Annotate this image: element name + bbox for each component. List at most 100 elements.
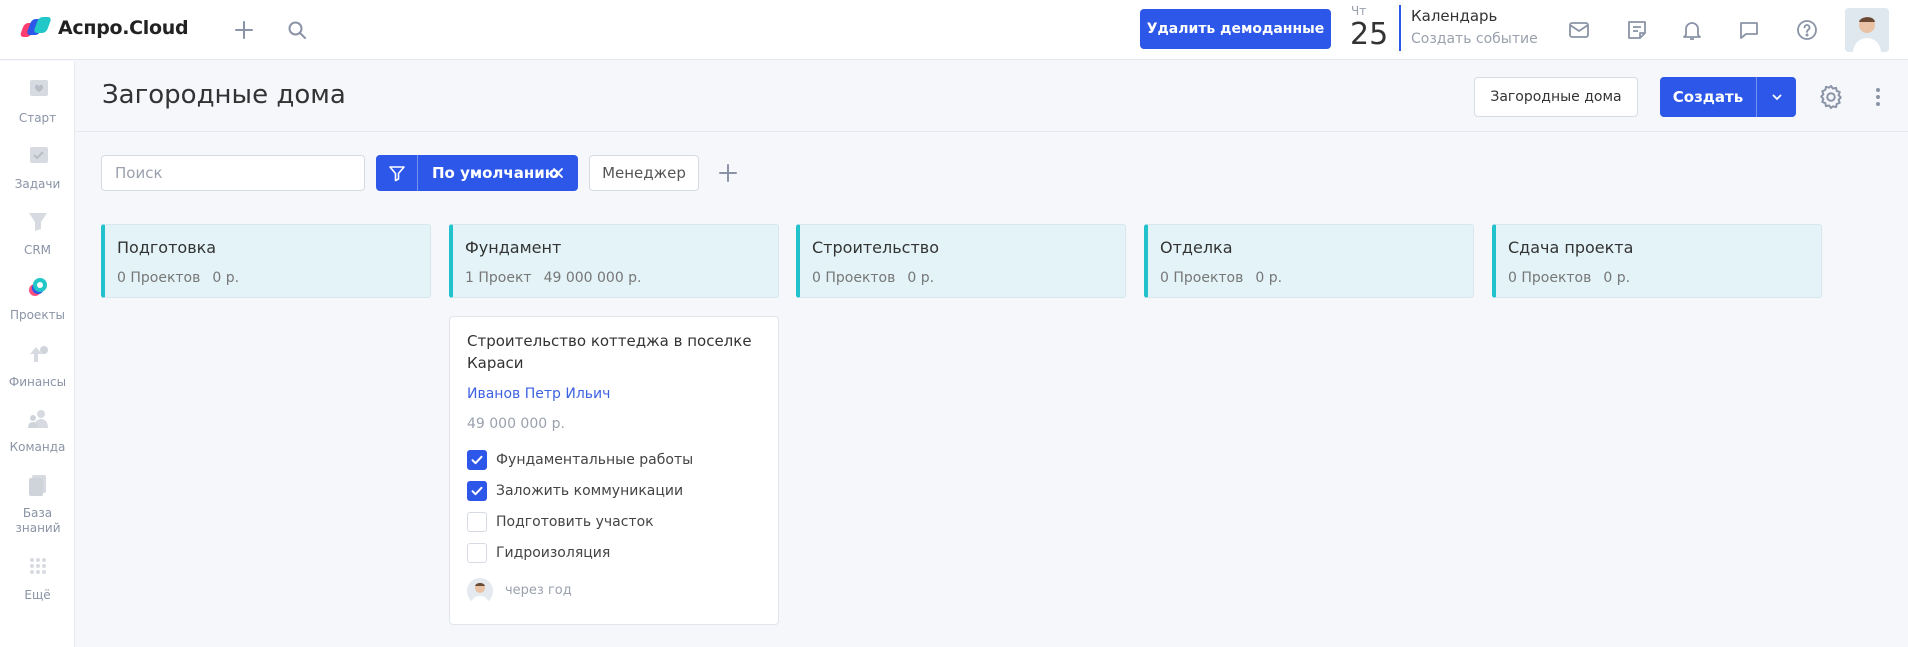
team-icon (27, 410, 48, 428)
date-day: 25 (1350, 17, 1389, 52)
chat-icon[interactable] (1737, 18, 1761, 42)
column-header-handover[interactable]: Сдача проекта 0 Проектов 0 р. (1492, 224, 1822, 298)
column-title: Сдача проекта (1508, 238, 1634, 257)
knowledge-icon (28, 475, 46, 496)
calendar-link[interactable]: Календарь (1411, 7, 1497, 25)
column-count: 0 Проектов (812, 270, 896, 286)
app-name: Аспро.Cloud (58, 17, 189, 39)
responsible-avatar[interactable] (467, 578, 493, 604)
sidebar: Старт Задачи CRM Проекты Финансы Команда… (0, 61, 75, 647)
column-header-foundation[interactable]: Фундамент 1 Проект 49 000 000 р. (449, 224, 779, 298)
sidebar-item-label: Проекты (9, 308, 66, 322)
sidebar-item-label: Старт (18, 111, 57, 125)
sidebar-item-crm[interactable]: CRM (0, 209, 75, 258)
sidebar-item-tasks[interactable]: Задачи (0, 143, 75, 192)
sidebar-item-label: Задачи (14, 177, 61, 191)
header-divider (75, 131, 1908, 132)
checklist-item[interactable]: Заложить коммуникации (467, 481, 683, 501)
column-sum: 0 р. (1255, 270, 1283, 286)
column-count: 0 Проектов (1160, 270, 1244, 286)
column-summary: 0 Проектов 0 р. (1160, 270, 1294, 286)
check-icon (471, 486, 483, 496)
sidebar-item-label: CRM (23, 243, 52, 257)
column-title: Отделка (1160, 238, 1233, 257)
help-icon[interactable] (1795, 18, 1819, 42)
sidebar-item-label: Ещё (24, 588, 51, 602)
sidebar-item-finance[interactable]: Финансы (0, 341, 75, 390)
finance-icon (29, 346, 48, 362)
column-header-finishing[interactable]: Отделка 0 Проектов 0 р. (1144, 224, 1474, 298)
chevron-down-icon (1772, 94, 1781, 101)
column-header-construction[interactable]: Строительство 0 Проектов 0 р. (796, 224, 1126, 298)
create-event-link[interactable]: Создать событие (1411, 31, 1538, 47)
create-dropdown-button[interactable] (1757, 77, 1796, 117)
column-count: 0 Проектов (1508, 270, 1592, 286)
user-avatar[interactable] (1845, 8, 1889, 52)
more-vertical-icon[interactable] (1868, 85, 1888, 109)
avatar-icon (467, 578, 493, 604)
filter-icon (388, 166, 405, 182)
plus-icon[interactable] (232, 18, 256, 42)
column-sum: 49 000 000 р. (543, 270, 642, 286)
add-filter-plus-icon[interactable] (716, 161, 740, 185)
column-title: Подготовка (117, 238, 217, 257)
active-filter-chip[interactable]: По умолчанию (376, 155, 578, 191)
notes-icon[interactable] (1625, 18, 1649, 42)
column-sum: 0 р. (1603, 270, 1631, 286)
create-split-button: Создать (1660, 77, 1796, 117)
top-bar: Аспро.Cloud Удалить демоданные Чт 25 Кал… (0, 0, 1908, 60)
checkbox-unchecked[interactable] (467, 543, 487, 563)
column-title: Фундамент (465, 238, 562, 257)
sidebar-item-team[interactable]: Команда (0, 406, 75, 455)
delete-demo-data-button[interactable]: Удалить демоданные (1140, 9, 1331, 49)
project-card[interactable]: Строительство коттеджа в поселке Караси … (449, 316, 779, 625)
user-avatar-icon (1845, 8, 1889, 52)
sidebar-item-projects[interactable]: Проекты (0, 274, 75, 323)
project-deadline: через год (505, 583, 572, 598)
filter-toggle[interactable] (376, 155, 418, 191)
view-selector-button[interactable]: Загородные дома (1474, 77, 1638, 117)
create-button[interactable]: Создать (1660, 77, 1756, 117)
checklist-item[interactable]: Фундаментальные работы (467, 450, 693, 470)
search-input[interactable] (101, 155, 365, 191)
sidebar-item-label: Команда (9, 440, 66, 454)
active-filter-label: По умолчанию (432, 164, 560, 182)
heart-icon (29, 80, 48, 96)
search-icon[interactable] (285, 18, 309, 42)
mail-icon[interactable] (1567, 18, 1591, 42)
column-summary: 1 Проект 49 000 000 р. (465, 270, 654, 286)
checklist-item[interactable]: Гидроизоляция (467, 543, 610, 563)
project-card-title[interactable]: Строительство коттеджа в поселке Караси (467, 330, 762, 374)
column-sum: 0 р. (907, 270, 935, 286)
checklist-item-label: Фундаментальные работы (496, 452, 694, 468)
sidebar-item-label: Финансы (8, 375, 67, 389)
column-summary: 0 Проектов 0 р. (1508, 270, 1642, 286)
checkbox-checked[interactable] (467, 481, 487, 501)
checklist-item-label: Подготовить участок (496, 514, 654, 530)
sidebar-item-knowledge[interactable]: База знаний (0, 472, 75, 536)
checkbox-checked[interactable] (467, 450, 487, 470)
date-separator (1399, 5, 1401, 51)
projects-icon (28, 278, 47, 296)
project-sum: 49 000 000 р. (467, 416, 565, 432)
checkbox-unchecked[interactable] (467, 512, 487, 532)
checklist-item[interactable]: Подготовить участок (467, 512, 654, 532)
column-count: 0 Проектов (117, 270, 201, 286)
gear-icon[interactable] (1817, 83, 1845, 111)
column-header-preparation[interactable]: Подготовка 0 Проектов 0 р. (101, 224, 431, 298)
date-day-of-week: Чт (1351, 4, 1367, 18)
funnel-icon (28, 213, 47, 231)
column-summary: 0 Проектов 0 р. (117, 270, 251, 286)
page-title: Загородные дома (102, 80, 346, 110)
sidebar-item-more[interactable]: Ещё (0, 554, 75, 603)
close-icon[interactable] (548, 163, 568, 183)
app-logo[interactable]: Аспро.Cloud (19, 17, 189, 39)
more-grid-icon (29, 558, 46, 574)
bell-icon[interactable] (1680, 18, 1704, 42)
column-sum: 0 р. (212, 270, 240, 286)
sidebar-item-label: База знаний (15, 506, 61, 535)
manager-filter-button[interactable]: Менеджер (589, 155, 699, 191)
sidebar-item-start[interactable]: Старт (0, 77, 75, 126)
checklist-item-label: Гидроизоляция (496, 545, 611, 561)
project-manager-link[interactable]: Иванов Петр Ильич (467, 386, 610, 402)
